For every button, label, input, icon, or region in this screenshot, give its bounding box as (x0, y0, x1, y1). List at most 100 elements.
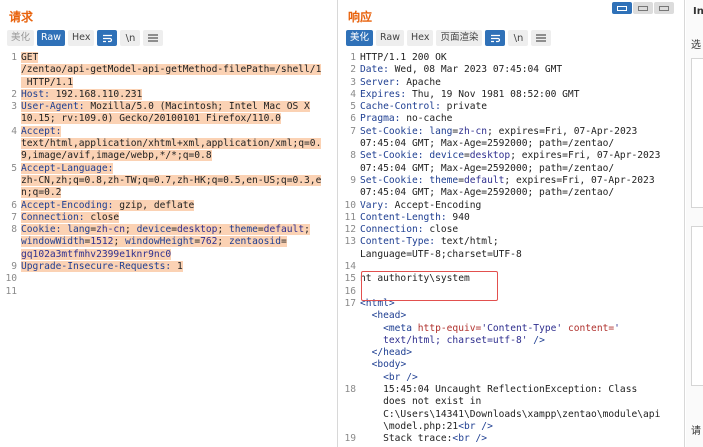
code-line: 8 Set-Cookie: device=desktop; expires=Fri… (339, 150, 684, 175)
code-token: Set-Cookie: (360, 174, 430, 186)
layout-side-by-side-button[interactable] (612, 2, 632, 14)
line-content (19, 286, 334, 298)
line-number: 2 (350, 64, 356, 76)
layout-tabs-button[interactable] (654, 2, 674, 14)
wrap-icon (102, 34, 112, 42)
request-toolbar: 美化 Raw Hex \n (7, 30, 164, 46)
layout-toggle (612, 2, 674, 14)
inspector-section-2[interactable] (691, 226, 703, 386)
code-token: 762 (200, 236, 218, 248)
code-token: Accept-Encoding: (21, 199, 120, 211)
line-number: 17 (344, 297, 356, 309)
response-editor[interactable]: 1 HTTP/1.1 200 OK 2 Date: Wed, 08 Mar 2023 … (339, 52, 684, 446)
code-token: Apache (406, 76, 441, 88)
pretty-tab[interactable]: 美化 (7, 30, 35, 46)
line-content: Date: Wed, 08 Mar 2023 07:45:04 GMT (358, 64, 678, 76)
line-number: 15 (344, 273, 356, 285)
raw-tab[interactable]: Raw (37, 30, 65, 46)
menu-button[interactable] (531, 30, 552, 46)
code-token: Cookie: (21, 224, 68, 236)
line-content: Content-Type: text/html; Language=UTF-8;… (358, 236, 678, 261)
line-number: 12 (344, 224, 356, 236)
code-token: lang (67, 224, 91, 236)
code-token: ; (304, 224, 310, 236)
wrap-lines-button[interactable] (485, 30, 506, 46)
code-token: close (90, 211, 120, 223)
line-number: 7 (11, 211, 17, 223)
code-token: User-Agent: (21, 101, 91, 113)
layout-horizontal-button[interactable] (633, 2, 653, 14)
line-number: 2 (11, 88, 17, 100)
code-token: Thu, 19 Nov 1981 08:52:00 GMT (411, 88, 580, 100)
line-content: Content-Length: 940 (358, 212, 678, 224)
line-number: 16 (344, 285, 356, 297)
wrap-lines-button[interactable] (97, 30, 118, 46)
code-line: 1 HTTP/1.1 200 OK (339, 52, 684, 64)
inspector-section-1[interactable] (691, 58, 703, 208)
code-token: desktop (177, 224, 218, 236)
newline-toggle-button[interactable]: \n (120, 30, 141, 46)
line-number: 9 (11, 261, 17, 273)
code-token: Accept-Language: (21, 162, 114, 174)
code-line: 2 Date: Wed, 08 Mar 2023 07:45:04 GMT (339, 64, 684, 76)
code-line: 17 <html> <head> <meta http-equiv='Conten… (339, 298, 684, 384)
newline-toggle-button[interactable]: \n (508, 30, 529, 46)
code-token: 1512 (90, 236, 114, 248)
code-token: Content-Length: (360, 211, 453, 223)
code-token: 15:45:04 Uncaught ReflectionException: C… (383, 384, 661, 432)
code-token: lang (429, 125, 453, 137)
code-line: 7 Set-Cookie: lang=zh-cn; expires=Fri, 07… (339, 126, 684, 151)
request-title: 请求 (9, 10, 34, 24)
raw-tab[interactable]: Raw (376, 30, 404, 46)
inspector-select-label: 选 (691, 40, 701, 51)
code-token: default (463, 174, 505, 186)
hamburger-icon (536, 34, 547, 42)
code-token: zh-cn (458, 125, 488, 137)
line-content: Vary: Accept-Encoding (358, 200, 678, 212)
line-number: 6 (11, 199, 17, 211)
code-token: Wed, 08 Mar 2023 07:45:04 GMT (394, 64, 563, 76)
code-token: private (446, 101, 488, 113)
code-line: 10 (0, 273, 337, 285)
code-line: 6 Accept-Encoding: gzip, deflate (0, 199, 337, 212)
code-token: zentaosid (228, 236, 281, 248)
code-token: text/html,application/xhtml+xml,applicat… (21, 138, 322, 162)
code-line: 18 15:45:04 Uncaught ReflectionException… (339, 384, 684, 433)
code-token: ; (217, 224, 229, 236)
line-content: Expires: Thu, 19 Nov 1981 08:52:00 GMT (358, 89, 678, 101)
line-number: 8 (350, 150, 356, 162)
code-token: Set-Cookie: (360, 150, 430, 162)
code-token: gzip, deflate (119, 199, 195, 211)
inspector-title: Ins (693, 6, 703, 17)
code-token: = (280, 236, 287, 248)
line-number: 7 (350, 125, 356, 137)
line-number: 4 (350, 88, 356, 100)
hex-tab[interactable]: Hex (68, 30, 95, 46)
code-token: Host: (21, 88, 56, 100)
render-tab[interactable]: 页面渲染 (436, 30, 483, 46)
pretty-tab[interactable]: 美化 (346, 30, 374, 46)
code-token: Set-Cookie: (360, 125, 430, 137)
inspector-footer-label: 请 (691, 426, 701, 437)
code-line: 6 Pragma: no-cache (339, 113, 684, 125)
code-token: ; (217, 236, 229, 248)
code-token: <br /> (383, 371, 418, 383)
hex-tab[interactable]: Hex (407, 30, 434, 46)
request-editor[interactable]: 1 GET /zentao/api-getModel-api-getMethod-… (0, 52, 337, 298)
line-number: 9 (350, 174, 356, 186)
code-token: theme (429, 174, 459, 186)
menu-button[interactable] (143, 30, 164, 46)
line-number: 6 (350, 113, 356, 125)
code-token: Connection: (360, 224, 430, 236)
code-token: desktop (469, 150, 511, 162)
code-token: device (429, 150, 464, 162)
code-line: 13 Content-Type: text/html; Language=UTF-… (339, 236, 684, 261)
code-token: device (136, 224, 172, 236)
line-number: 10 (344, 199, 356, 211)
line-content: Host: 192.168.110.231 (19, 88, 334, 101)
code-line: 4 Expires: Thu, 19 Nov 1981 08:52:00 GMT (339, 89, 684, 101)
response-title: 响应 (348, 10, 373, 24)
code-line: 3 User-Agent: Mozilla/5.0 (Macintosh; Int… (0, 101, 337, 126)
code-line: 11 (0, 286, 337, 298)
